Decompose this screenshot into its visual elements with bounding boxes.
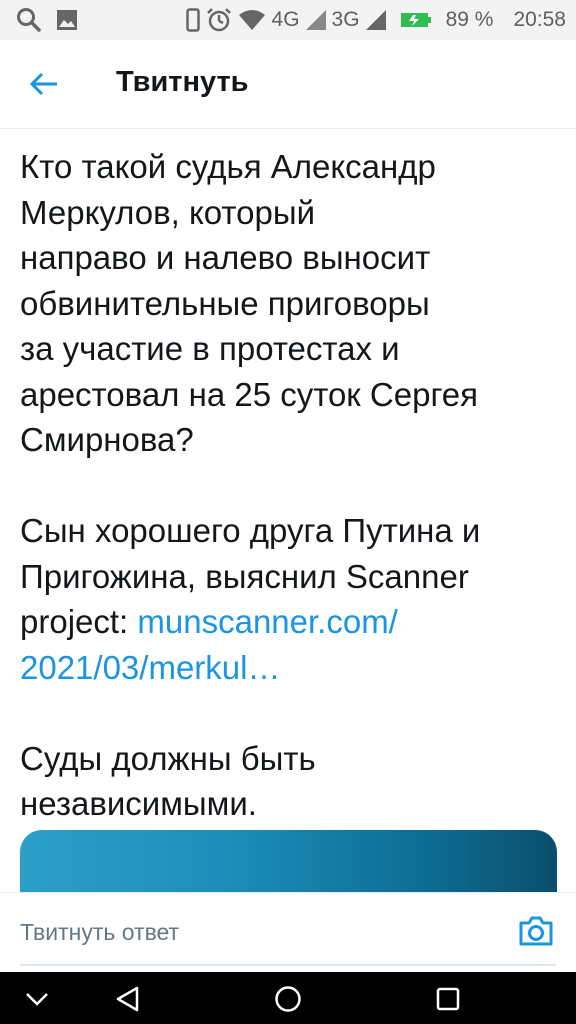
back-triangle-icon [115,985,141,1013]
home-circle-icon [274,985,302,1013]
signal-icon [365,10,386,30]
clock: 20:58 [513,8,566,31]
tweet-line: арестовал на 25 суток Сергея [20,375,478,413]
recents-square-icon [435,986,461,1012]
back-nav-button[interactable] [113,984,143,1014]
divider [20,964,556,966]
reply-bar: Твитнуть ответ [0,892,576,973]
article-link-continued[interactable]: 2021/03/merkul… [20,649,280,686]
tweet-line: направо и налево выносит [20,239,431,276]
tweet-line: 2021/03/merkul… [20,645,560,691]
tweet-line: Меркулов, который [20,193,316,231]
tweet-line: Смирнова? [20,421,194,458]
hide-keyboard-button[interactable] [22,984,52,1014]
tweet-line: Сын хорошего друга Путина и [20,512,481,549]
page-title: Твитнуть [116,66,249,98]
phone-icon [185,8,200,32]
home-button[interactable] [273,984,303,1014]
signal-icon [305,10,326,30]
tweet-line: обвинительные приговоры [20,284,430,322]
tweet-line: project: munscanner.com/ [20,599,560,645]
camera-icon [518,915,558,947]
chevron-down-icon [24,991,50,1007]
status-bar: 4G 3G 89 % 20:58 [0,0,576,40]
article-link[interactable]: munscanner.com/ [137,603,397,640]
alarm-icon [206,7,232,33]
battery-percent: 89 % [445,8,494,31]
back-button[interactable] [22,62,66,106]
tweet-text: Кто такой судья Александр Меркулов, кото… [20,144,560,827]
tweet-line: Кто такой судья Александр [20,148,436,185]
search-icon [16,7,42,33]
wifi-icon [238,9,266,31]
tweet-line: Суды должны быть [20,739,316,777]
tweet-line: за участие в протестах и [20,330,400,367]
reply-input[interactable]: Твитнуть ответ [20,919,179,946]
tweet-line: независимыми. [20,785,257,822]
system-nav-bar [0,972,576,1024]
camera-button[interactable] [518,915,558,951]
tweet-text-prefix: project: [20,603,138,640]
arrow-left-icon [29,71,59,97]
battery-icon [400,11,432,29]
network-3g-label: 3G [331,8,360,31]
tweet-line: Пригожина, выяснил Scanner [20,557,469,595]
network-4g-label: 4G [271,8,300,31]
recents-button[interactable] [433,984,463,1014]
top-bar: Твитнуть [0,40,576,129]
image-icon [56,9,78,31]
